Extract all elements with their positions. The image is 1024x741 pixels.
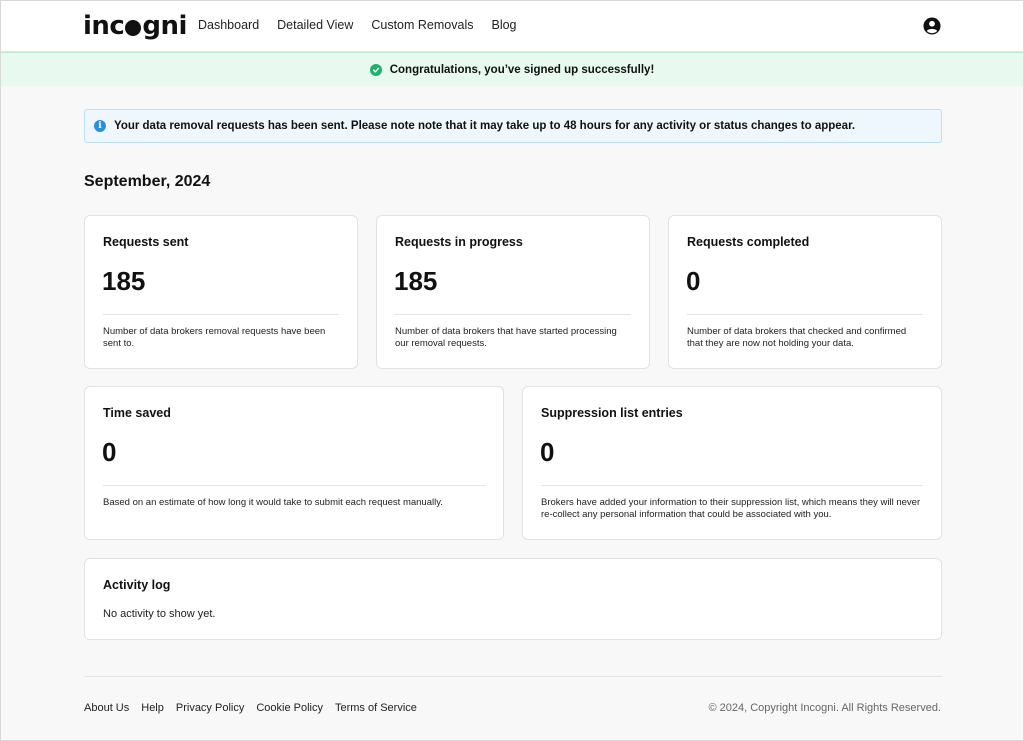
card-description: Number of data brokers that checked and … — [687, 326, 907, 349]
footer-divider — [84, 676, 942, 677]
card-value: 185 — [394, 266, 438, 296]
card-description: Brokers have added your information to t… — [541, 497, 921, 520]
card-divider — [103, 485, 485, 486]
card-description: Number of data brokers removal requests … — [103, 326, 326, 349]
footer-links: About Us Help Privacy Policy Cookie Poli… — [84, 702, 417, 714]
card-divider — [103, 314, 339, 315]
card-divider — [687, 314, 923, 315]
activity-log-card: Activity log No activity to show yet. — [84, 558, 942, 640]
footer-link-help[interactable]: Help — [141, 702, 164, 714]
info-alert: i Your data removal requests has been se… — [84, 109, 942, 143]
incogni-logo[interactable]: inc gni — [83, 9, 187, 43]
main-nav: Dashboard Detailed View Custom Removals … — [198, 18, 517, 32]
card-title: Suppression list entries — [541, 406, 683, 420]
requests-sent-card: Requests sent 185 Number of data brokers… — [84, 215, 358, 369]
card-divider — [395, 314, 631, 315]
check-circle-icon — [369, 63, 382, 76]
activity-log-title: Activity log — [103, 578, 171, 592]
card-title: Requests in progress — [395, 235, 523, 249]
card-title: Requests sent — [103, 235, 189, 249]
card-value: 185 — [102, 266, 146, 296]
nav-detailed-view[interactable]: Detailed View — [277, 18, 353, 32]
footer-link-cookie-policy[interactable]: Cookie Policy — [256, 702, 323, 714]
footer-link-privacy-policy[interactable]: Privacy Policy — [176, 702, 244, 714]
success-message: Congratulations, you’ve signed up succes… — [389, 63, 655, 76]
success-banner: Congratulations, you’ve signed up succes… — [1, 52, 1023, 86]
footer-link-about-us[interactable]: About Us — [84, 702, 129, 714]
nav-dashboard[interactable]: Dashboard — [198, 18, 259, 32]
requests-completed-card: Requests completed 0 Number of data brok… — [668, 215, 942, 369]
suppression-list-card: Suppression list entries 0 Brokers have … — [522, 386, 942, 540]
time-saved-card: Time saved 0 Based on an estimate of how… — [84, 386, 504, 540]
info-message: Your data removal requests has been sent… — [114, 120, 856, 132]
top-header: inc gni Dashboard Detailed View Custom Re… — [1, 1, 1023, 52]
logo-dot — [125, 20, 142, 36]
card-value: 0 — [540, 437, 555, 467]
card-description: Based on an estimate of how long it woul… — [103, 497, 443, 508]
activity-empty-message: No activity to show yet. — [103, 608, 216, 620]
logo-text-start: inc — [83, 11, 125, 41]
card-title: Time saved — [103, 406, 171, 420]
card-title: Requests completed — [687, 235, 810, 249]
account-icon[interactable] — [923, 17, 941, 35]
requests-in-progress-card: Requests in progress 185 Number of data … — [376, 215, 650, 369]
copyright-text: © 2024, Copyright Incogni. All Rights Re… — [708, 702, 941, 714]
nav-blog[interactable]: Blog — [491, 18, 516, 32]
card-value: 0 — [686, 266, 701, 296]
card-divider — [541, 485, 923, 486]
card-value: 0 — [102, 437, 117, 467]
card-description: Number of data brokers that have started… — [395, 326, 617, 349]
footer-link-terms-of-service[interactable]: Terms of Service — [335, 702, 417, 714]
logo-text-end: gni — [142, 11, 187, 41]
nav-custom-removals[interactable]: Custom Removals — [371, 18, 473, 32]
period-heading: September, 2024 — [84, 173, 211, 190]
info-icon: i — [94, 120, 106, 132]
